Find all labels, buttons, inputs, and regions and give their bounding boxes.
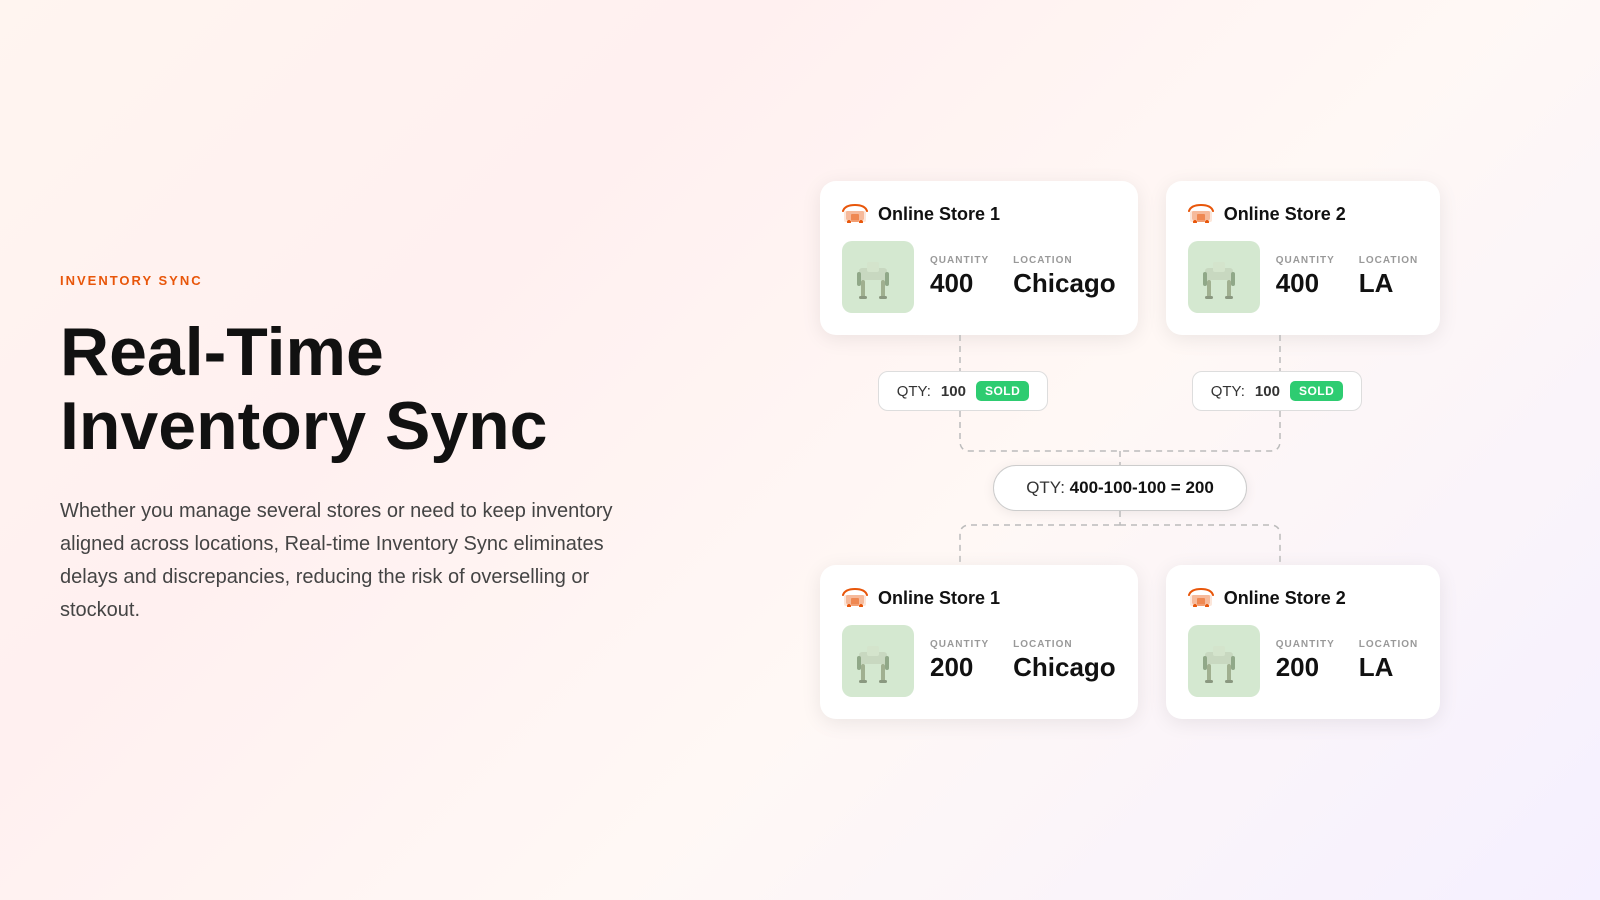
sold-badge-1: SOLD xyxy=(976,381,1029,401)
diagram: Online Store 1 xyxy=(820,181,1420,719)
title-line2: Inventory Sync xyxy=(60,388,548,464)
location-value-2-bottom: LA xyxy=(1359,652,1418,683)
connector-diverge xyxy=(820,511,1420,565)
calc-prefix: QTY: xyxy=(1026,478,1069,497)
store-stats-1-bottom: QUANTITY 200 LOCATION Chicago xyxy=(930,639,1116,683)
quantity-value-1-bottom: 200 xyxy=(930,652,989,683)
store-content-1-bottom: QUANTITY 200 LOCATION Chicago xyxy=(842,625,1116,697)
store-icon-bottom-1 xyxy=(842,585,868,611)
store-header-bottom-1: Online Store 1 xyxy=(842,585,1116,611)
location-label-1-bottom: LOCATION xyxy=(1013,639,1116,650)
bottom-store-card-2: Online Store 2 xyxy=(1166,565,1441,719)
store-icon-1 xyxy=(842,201,868,227)
main-title: Real-Time Inventory Sync xyxy=(60,316,620,463)
sold-qty-value-2: 100 xyxy=(1255,383,1280,400)
store-name-1-bottom: Online Store 1 xyxy=(878,588,1000,609)
connector-converge xyxy=(820,411,1420,465)
store-content-2-bottom: QUANTITY 200 LOCATION LA xyxy=(1188,625,1419,697)
quantity-label-1-bottom: QUANTITY xyxy=(930,639,989,650)
store-content-1-top: QUANTITY 400 LOCATION Chicago xyxy=(842,241,1116,313)
quantity-value-2-top: 400 xyxy=(1276,268,1335,299)
badge: INVENTORY SYNC xyxy=(60,273,620,288)
store-header-1: Online Store 1 xyxy=(842,201,1116,227)
product-image-1-bottom xyxy=(842,625,914,697)
quantity-block-1-top: QUANTITY 400 xyxy=(930,255,989,299)
store-stats-1-top: QUANTITY 400 LOCATION Chicago xyxy=(930,255,1116,299)
store-header-bottom-2: Online Store 2 xyxy=(1188,585,1419,611)
location-value-1-top: Chicago xyxy=(1013,268,1116,299)
location-block-2-bottom: LOCATION LA xyxy=(1359,639,1418,683)
left-panel: INVENTORY SYNC Real-Time Inventory Sync … xyxy=(0,0,680,900)
location-label-1-top: LOCATION xyxy=(1013,255,1116,266)
description: Whether you manage several stores or nee… xyxy=(60,495,620,627)
sold-box-1: QTY: 100 SOLD xyxy=(878,371,1049,411)
location-block-1-bottom: LOCATION Chicago xyxy=(1013,639,1116,683)
sold-row: QTY: 100 SOLD QTY: 100 SOLD xyxy=(820,371,1420,411)
store-name-2-top: Online Store 2 xyxy=(1224,204,1346,225)
title-line1: Real-Time xyxy=(60,314,384,390)
location-label-2-top: LOCATION xyxy=(1359,255,1418,266)
calc-pill: QTY: 400-100-100 = 200 xyxy=(993,465,1247,511)
store-icon-bottom-2 xyxy=(1188,585,1214,611)
sold-item-1-wrapper: QTY: 100 SOLD xyxy=(820,371,1106,411)
sold-box-2: QTY: 100 SOLD xyxy=(1192,371,1363,411)
connector-top xyxy=(820,335,1420,371)
product-image-2-top xyxy=(1188,241,1260,313)
quantity-label-2-bottom: QUANTITY xyxy=(1276,639,1335,650)
product-image-2-bottom xyxy=(1188,625,1260,697)
sold-qty-value-1: 100 xyxy=(941,383,966,400)
bottom-stores-row: Online Store 1 xyxy=(820,565,1420,719)
right-panel: Online Store 1 xyxy=(680,0,1600,900)
quantity-label-2-top: QUANTITY xyxy=(1276,255,1335,266)
sold-item-2-wrapper: QTY: 100 SOLD xyxy=(1134,371,1420,411)
quantity-block-2-bottom: QUANTITY 200 xyxy=(1276,639,1335,683)
top-store-card-1: Online Store 1 xyxy=(820,181,1138,335)
quantity-label-1-top: QUANTITY xyxy=(930,255,989,266)
store-content-2-top: QUANTITY 400 LOCATION LA xyxy=(1188,241,1419,313)
sold-qty-prefix-1: QTY: xyxy=(897,383,931,400)
bottom-store-card-1: Online Store 1 xyxy=(820,565,1138,719)
store-stats-2-bottom: QUANTITY 200 LOCATION LA xyxy=(1276,639,1419,683)
store-name-2-bottom: Online Store 2 xyxy=(1224,588,1346,609)
location-value-2-top: LA xyxy=(1359,268,1418,299)
location-value-1-bottom: Chicago xyxy=(1013,652,1116,683)
quantity-block-2-top: QUANTITY 400 xyxy=(1276,255,1335,299)
store-name-1-top: Online Store 1 xyxy=(878,204,1000,225)
location-block-2-top: LOCATION LA xyxy=(1359,255,1418,299)
quantity-value-1-top: 400 xyxy=(930,268,989,299)
product-image-1-top xyxy=(842,241,914,313)
top-stores-row: Online Store 1 xyxy=(820,181,1420,335)
location-label-2-bottom: LOCATION xyxy=(1359,639,1418,650)
quantity-block-1-bottom: QUANTITY 200 xyxy=(930,639,989,683)
quantity-value-2-bottom: 200 xyxy=(1276,652,1335,683)
sold-badge-2: SOLD xyxy=(1290,381,1343,401)
location-block-1-top: LOCATION Chicago xyxy=(1013,255,1116,299)
store-header-2: Online Store 2 xyxy=(1188,201,1419,227)
calc-formula: 400-100-100 = 200 xyxy=(1070,478,1214,497)
top-store-card-2: Online Store 2 xyxy=(1166,181,1441,335)
store-icon-2 xyxy=(1188,201,1214,227)
sold-qty-prefix-2: QTY: xyxy=(1211,383,1245,400)
store-stats-2-top: QUANTITY 400 LOCATION LA xyxy=(1276,255,1419,299)
